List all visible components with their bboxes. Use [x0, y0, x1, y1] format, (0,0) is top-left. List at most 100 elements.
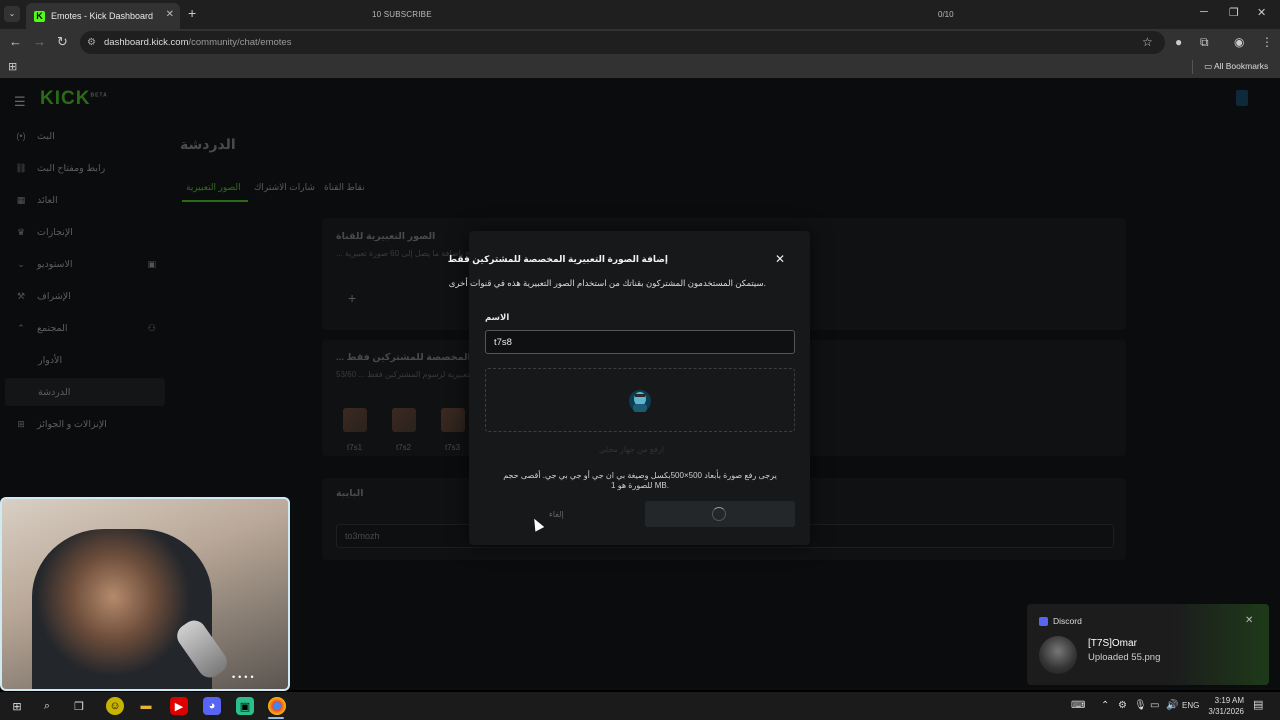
- extensions-puzzle-icon[interactable]: ⧉: [1200, 35, 1209, 50]
- kick-favicon-icon: K: [34, 10, 45, 22]
- restore-button[interactable]: ❐: [1229, 6, 1239, 19]
- upload-hint-line: يرجى رفع صورة بأبعاد 500×500بكسل وصيغة ب…: [503, 471, 777, 480]
- streamer-video: [32, 529, 212, 689]
- all-bookmarks-label: All Bookmarks: [1213, 61, 1269, 71]
- sidebar-item-stream-key[interactable]: ⛓ رابط ومفتاح البث: [14, 158, 164, 178]
- forward-button[interactable]: →: [33, 34, 46, 49]
- tab-sub-badges[interactable]: شارات الاشتراك: [254, 182, 315, 193]
- all-bookmarks-button[interactable]: ▭ All Bookmarks: [1204, 61, 1268, 72]
- emote-name-input[interactable]: [485, 330, 795, 354]
- logo-text: KICK: [40, 88, 91, 109]
- close-window-button[interactable]: ✕: [1257, 6, 1266, 19]
- revenue-icon: ▦: [16, 194, 26, 205]
- apps-grid-icon[interactable]: ⊞: [8, 60, 17, 73]
- sidebar-item-studio[interactable]: ⌄ الاستوديو ▣: [14, 254, 164, 274]
- emote-image[interactable]: [392, 408, 416, 432]
- clock-date: 3/31/2026: [1208, 707, 1244, 716]
- browser-toolbar: ← → ↻ ⚙ dashboard.kick.com/community/cha…: [0, 29, 1280, 56]
- sidebar-item-label: الأدوار: [38, 354, 63, 366]
- chevron-up-icon[interactable]: ⌃: [1101, 700, 1109, 711]
- sidebar-item-label: البث: [37, 130, 55, 142]
- modal-description: سيتمكن المستخدمون المشتركون بقناتك من اس…: [448, 278, 766, 288]
- sidebar-item-label: الاستوديو: [37, 258, 73, 270]
- sidebar-item-label: العائد: [37, 194, 58, 206]
- discord-notification[interactable]: Discord ✕ [T7S]Omar Uploaded 55.png: [1027, 604, 1269, 685]
- minimize-button[interactable]: ─: [1200, 6, 1208, 18]
- loading-spinner-icon: [712, 507, 726, 521]
- discord-taskbar-icon[interactable]: ◕: [203, 697, 221, 715]
- upload-hint: يرجى رفع صورة بأبعاد 500×500بكسل وصيغة ب…: [493, 471, 787, 491]
- menu-icon[interactable]: ☰: [14, 94, 26, 110]
- windows-start-icon[interactable]: ⊞: [8, 697, 26, 715]
- close-icon[interactable]: ✕: [1245, 615, 1253, 626]
- notification-center-icon[interactable]: ▤: [1253, 698, 1263, 711]
- app-icon-green[interactable]: ▣: [236, 697, 254, 715]
- profile-avatar[interactable]: ◉: [1234, 35, 1244, 49]
- settings-icon[interactable]: ⚙: [1118, 700, 1127, 711]
- search-icon[interactable]: ⌕: [38, 697, 56, 715]
- notification-app-name: Discord: [1053, 616, 1082, 626]
- broadcast-icon: (•): [16, 131, 26, 141]
- network-icon[interactable]: ▭: [1150, 700, 1159, 711]
- webcam-overlay: [0, 497, 290, 691]
- tab-search-button[interactable]: ⌄: [4, 6, 20, 22]
- back-button[interactable]: ←: [9, 34, 22, 49]
- browser-tab-strip: ⌄ K Emotes - Kick Dashboard ✕ + 10 SUBSC…: [0, 0, 1280, 29]
- link-icon: ⛓: [15, 162, 27, 173]
- gift-icon: ⊞: [17, 418, 25, 429]
- sidebar-item-label: المجتمع: [37, 322, 68, 334]
- webcam-dots: ••••: [232, 672, 257, 682]
- sidebar-item-community[interactable]: ⌃ المجتمع ⚇: [14, 318, 164, 338]
- sidebar-item-drops[interactable]: ⊞ الإنزالات و الجوائز: [14, 414, 164, 434]
- emote-preview-image: [629, 390, 651, 412]
- emote-name: t7s3: [445, 443, 461, 452]
- kick-logo[interactable]: KICKBETA: [40, 88, 108, 110]
- site-info-icon[interactable]: ⚙: [87, 31, 96, 54]
- sidebar-item-stream[interactable]: (•) البث: [14, 126, 164, 146]
- reload-button[interactable]: ↻: [57, 34, 68, 50]
- browser-tab[interactable]: K Emotes - Kick Dashboard ✕: [26, 3, 180, 29]
- cancel-button[interactable]: إلغاء: [549, 510, 564, 519]
- modal-title: إضافة الصورة التعبيرية المخصصة للمشتركين…: [447, 254, 668, 264]
- keyboard-icon[interactable]: ⌨: [1071, 700, 1085, 711]
- sidebar-item-moderation[interactable]: ⚒ الإشراف: [14, 286, 164, 306]
- task-view-icon[interactable]: ❒: [70, 697, 88, 715]
- url-domain: dashboard.kick.com: [104, 37, 189, 48]
- emote-name: t7s1: [347, 443, 363, 452]
- microphone-icon[interactable]: 🎙: [1134, 700, 1147, 711]
- chrome-icon[interactable]: [268, 697, 286, 715]
- submit-button[interactable]: [645, 501, 795, 527]
- sidebar-item-achievements[interactable]: ♛ الإنجازات: [14, 222, 164, 242]
- app-icon-yellow[interactable]: ☺: [106, 697, 124, 715]
- channel-emotes-title: الصور التعبيرية للقناة: [336, 231, 436, 242]
- sidebar-item-label: الإنزالات و الجوائز: [37, 418, 107, 430]
- notification-body: Uploaded 55.png: [1088, 652, 1161, 663]
- add-emote-button[interactable]: +: [348, 290, 356, 306]
- bookmark-star-icon[interactable]: ☆: [1142, 35, 1153, 49]
- subscriber-emotes-subtitle: 53/60 ... التعبيرية لرسوم المشتركين فقط: [336, 370, 475, 379]
- close-icon[interactable]: ✕: [775, 252, 785, 266]
- new-tab-button[interactable]: +: [188, 5, 196, 21]
- file-explorer-icon[interactable]: ▬: [137, 697, 155, 715]
- tab-emotes[interactable]: الصور التعبيرية: [186, 182, 241, 193]
- image-dropzone[interactable]: [485, 368, 795, 432]
- youtube-icon[interactable]: ▶: [170, 697, 188, 715]
- address-bar[interactable]: ⚙ dashboard.kick.com/community/chat/emot…: [80, 31, 1165, 54]
- extension-icon[interactable]: ●: [1175, 35, 1182, 49]
- user-avatar[interactable]: [1236, 90, 1248, 106]
- sidebar-item-label: الإشراف: [37, 290, 71, 302]
- sidebar-item-revenue[interactable]: ▦ العائد: [14, 190, 164, 210]
- sidebar-item-chat[interactable]: الدردشة: [5, 378, 165, 406]
- browser-menu-icon[interactable]: ⋮: [1261, 35, 1273, 49]
- close-icon[interactable]: ✕: [166, 9, 174, 20]
- sidebar-item-roles[interactable]: الأدوار: [14, 350, 164, 370]
- clock[interactable]: 3:19 AM 3/31/2026: [1204, 695, 1244, 717]
- upload-local-link[interactable]: ارفع من جهاز محلي: [599, 445, 664, 454]
- volume-icon[interactable]: 🔊: [1166, 700, 1178, 711]
- tab-channel-points[interactable]: نقاط القناة: [324, 182, 365, 193]
- language-indicator[interactable]: ENG: [1182, 701, 1199, 710]
- emote-image[interactable]: [343, 408, 367, 432]
- sidebar-item-label: الإنجازات: [37, 226, 73, 238]
- emote-image[interactable]: [441, 408, 465, 432]
- studio-layout-icon: ▣: [147, 258, 156, 269]
